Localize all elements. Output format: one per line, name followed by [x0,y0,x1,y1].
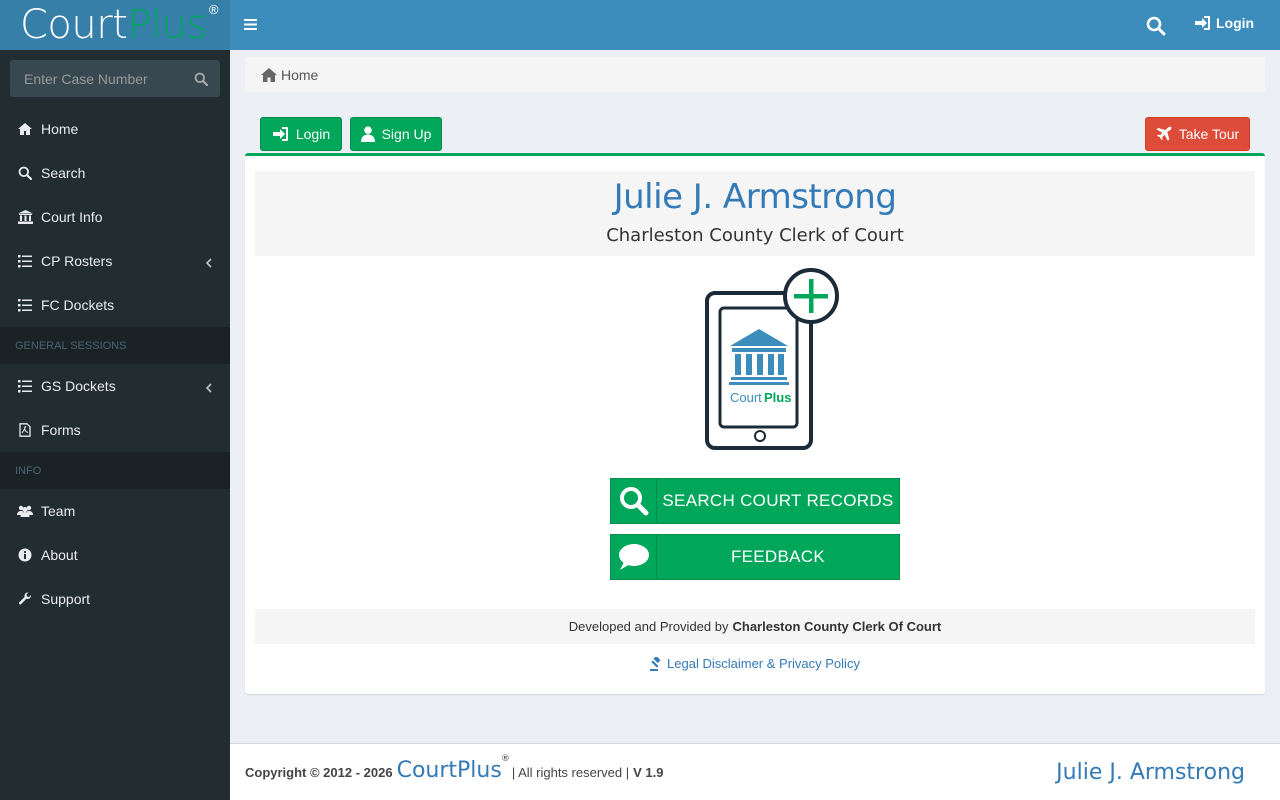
search-court-records-label: SEARCH COURT RECORDS [662,491,894,510]
developer-credit: Developed and Provided by Charleston Cou… [255,609,1255,644]
logo-court-text: Court [20,2,128,48]
list-icon [17,378,33,394]
home-icon [261,67,277,82]
footer-rights: | All rights reserved | [511,765,630,780]
sidebar-item-label: GS Dockets [41,378,116,394]
sidebar-item-label: Court Info [41,209,103,225]
search-icon [611,479,657,523]
search-icon [17,165,33,181]
feedback-button[interactable]: FEEDBACK [610,534,900,580]
sidebar-header-info: INFO [0,452,230,489]
users-icon [17,503,33,519]
list-icon [17,253,33,269]
sidebar-item-label: About [41,547,78,563]
logo-plus-text: Plus [127,2,207,48]
footer-clerk-name: Julie J. Armstrong [1056,760,1245,785]
gavel-icon [650,656,661,671]
sidebar-item-label: Home [41,121,79,137]
login-button[interactable]: Login [260,117,342,151]
sign-up-button[interactable]: Sign Up [350,117,442,151]
clerk-name-heading: Julie J. Armstrong [613,177,897,217]
wrench-icon [17,591,33,607]
speech-bubble-icon [611,535,657,579]
page-footer: Copyright © 2012 - 2026 CourtPlus ® | All… [230,743,1280,800]
sign-in-icon [1195,16,1210,30]
chevron-left-icon [205,380,212,396]
sidebar-item-team[interactable]: Team [0,489,230,533]
pdf-icon [17,422,33,438]
footer-left: Copyright © 2012 - 2026 CourtPlus ® | All… [245,754,664,783]
device-logo-court: Court [730,390,762,405]
sidebar-item-forms[interactable]: Forms [0,408,230,452]
take-tour-button-label: Take Tour [1178,126,1240,142]
top-login-button[interactable]: Login [1194,15,1254,31]
case-number-input[interactable] [24,70,184,87]
sidebar-item-about[interactable]: About [0,533,230,577]
device-logo-plus: Plus [764,390,791,405]
sidebar-header-general-sessions: GENERAL SESSIONS [0,327,230,364]
top-login-label: Login [1216,15,1255,31]
sidebar-item-gs-dockets[interactable]: GS Dockets [0,364,230,408]
top-navbar: Login [230,0,1280,50]
footer-brand-text: CourtPlus [396,758,502,783]
plane-icon [1156,126,1172,141]
sign-up-button-label: Sign Up [381,126,432,142]
footer-copyright: Copyright © 2012 - 2026 [245,765,393,780]
list-icon [17,297,33,313]
take-tour-button[interactable]: Take Tour [1145,117,1250,151]
sidebar-item-label: FC Dockets [41,297,115,313]
case-search-box [10,60,220,97]
footer-brand-link[interactable]: CourtPlus ® [396,754,510,783]
logo-registered-mark: ® [208,1,219,17]
breadcrumb-home[interactable]: Home [281,67,318,83]
bank-icon [17,209,33,225]
hero-banner: Julie J. Armstrong Charleston County Cle… [255,171,1255,256]
sidebar-item-fc-dockets[interactable]: FC Dockets [0,283,230,327]
main-content-box: Julie J. Armstrong Charleston County Cle… [245,153,1265,694]
sidebar-item-search[interactable]: Search [0,151,230,195]
search-court-records-button[interactable]: SEARCH COURT RECORDS [610,478,900,524]
top-search-icon[interactable] [1146,16,1166,39]
footer-registered-mark: ® [500,754,510,764]
developer-credit-org: Charleston County Clerk Of Court [732,619,942,634]
sidebar: Home Search Court Info CP Rosters FC Doc… [0,50,230,800]
legal-disclaimer-label: Legal Disclaimer & Privacy Policy [667,656,860,671]
sidebar-item-label: Forms [41,422,81,438]
sidebar-item-court-info[interactable]: Court Info [0,195,230,239]
legal-disclaimer-link[interactable]: Legal Disclaimer & Privacy Policy [245,656,1265,671]
home-icon [17,121,33,137]
sidebar-item-label: CP Rosters [41,253,113,269]
sidebar-item-cp-rosters[interactable]: CP Rosters [0,239,230,283]
sign-in-icon [272,127,288,141]
chevron-left-icon [205,255,212,271]
sidebar-item-label: Team [41,503,76,519]
login-button-label: Login [295,126,331,142]
footer-version: V 1.9 [633,765,664,780]
user-icon [360,126,375,142]
developer-credit-prefix: Developed and Provided by [568,619,729,634]
sidebar-item-label: Support [41,591,91,607]
app-logo[interactable]: Court Plus ® [0,0,230,50]
feedback-label: FEEDBACK [730,547,826,566]
office-subheading: Charleston County Clerk of Court [606,225,904,246]
sidebar-toggle-icon[interactable] [244,18,258,34]
tablet-courthouse-illustration: Court Plus [703,266,843,455]
breadcrumb: Home [245,57,1265,92]
sidebar-item-support[interactable]: Support [0,577,230,621]
sidebar-item-label: Search [41,165,86,181]
sidebar-item-home[interactable]: Home [0,107,230,151]
case-search-icon[interactable] [194,72,208,86]
sidebar-menu: Home Search Court Info CP Rosters FC Doc… [0,107,230,621]
info-icon [17,547,33,563]
